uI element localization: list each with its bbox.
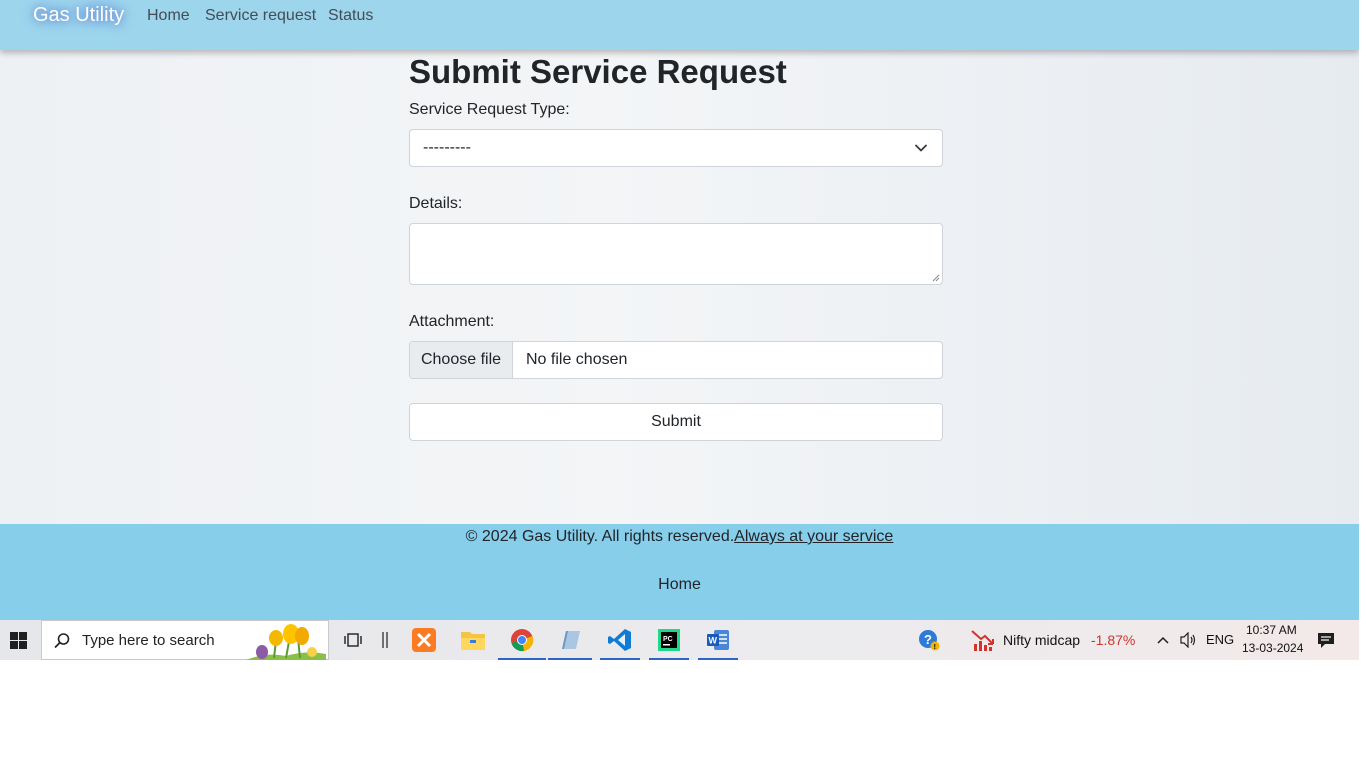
choose-file-button[interactable]: Choose file: [410, 342, 513, 378]
svg-text:PC: PC: [663, 636, 673, 643]
windows-start-icon[interactable]: [0, 620, 36, 660]
xampp-icon[interactable]: [401, 620, 447, 660]
vscode-icon[interactable]: [600, 620, 640, 660]
navbar: Gas Utility Home Service request Status: [0, 0, 1359, 50]
news-change: -1.87%: [1091, 632, 1136, 648]
attachment-label: Attachment:: [409, 313, 495, 330]
svg-text:W: W: [709, 636, 718, 646]
main-content: Submit Service Request Service Request T…: [0, 50, 1359, 524]
word-active-indicator: [698, 658, 738, 660]
language-indicator[interactable]: ENG: [1206, 632, 1234, 647]
news-label[interactable]: Nifty midcap: [1003, 632, 1080, 648]
pycharm-active-indicator: [649, 658, 689, 660]
footer: © 2024 Gas Utility. All rights reserved.…: [0, 524, 1359, 620]
brand-logo[interactable]: Gas Utility: [33, 4, 124, 27]
nav-service-request-link[interactable]: Service request: [205, 7, 316, 25]
volume-icon[interactable]: [1177, 620, 1199, 660]
always-at-your-service-link[interactable]: Always at your service: [734, 528, 893, 545]
chrome-active-indicator: [498, 658, 546, 660]
attachment-file-input[interactable]: Choose file No file chosen: [409, 341, 943, 379]
details-label: Details:: [409, 195, 463, 212]
screen: Gas Utility Home Service request Status …: [0, 0, 1359, 660]
word-icon[interactable]: W: [698, 620, 738, 660]
chevron-up-icon[interactable]: [1153, 620, 1173, 660]
page-title: Submit Service Request: [409, 53, 787, 90]
notifications-icon[interactable]: [1313, 620, 1339, 660]
svg-text:!: !: [934, 644, 936, 651]
notepad-icon[interactable]: [548, 620, 592, 660]
task-view-icon[interactable]: [338, 620, 368, 660]
search-placeholder: Type here to search: [82, 632, 215, 649]
service-type-value: ---------: [423, 139, 471, 156]
footer-copyright-line: © 2024 Gas Utility. All rights reserved.…: [0, 528, 1359, 546]
details-textarea[interactable]: [409, 223, 943, 285]
search-icon: [54, 633, 70, 649]
tulip-flowers-icon: [246, 624, 326, 660]
vscode-active-indicator: [600, 658, 640, 660]
help-icon[interactable]: ? !: [912, 620, 946, 660]
nav-status-link[interactable]: Status: [328, 7, 373, 25]
copyright-text: © 2024 Gas Utility. All rights reserved.: [465, 528, 735, 545]
file-explorer-icon[interactable]: [450, 620, 496, 660]
windows-taskbar: Type here to search PC W ? ! Nifty midca…: [0, 620, 1359, 660]
file-status-text: No file chosen: [526, 351, 628, 368]
clock-date[interactable]: 13-03-2024: [1242, 641, 1303, 655]
chevron-down-icon: [915, 144, 927, 152]
submit-button[interactable]: Submit: [409, 403, 943, 441]
service-type-select[interactable]: ---------: [409, 129, 943, 167]
footer-home-link[interactable]: Home: [0, 576, 1359, 594]
resize-grip-icon[interactable]: [932, 274, 940, 282]
taskbar-search-box[interactable]: Type here to search: [41, 620, 329, 660]
nav-home-link[interactable]: Home: [147, 7, 190, 25]
divider-icon: [372, 620, 398, 660]
notepad-active-indicator: [548, 658, 592, 660]
clock-time[interactable]: 10:37 AM: [1246, 623, 1297, 637]
service-type-label: Service Request Type:: [409, 101, 570, 118]
stock-down-icon[interactable]: [966, 620, 1000, 660]
pycharm-icon[interactable]: PC: [649, 620, 689, 660]
chrome-icon[interactable]: [498, 620, 546, 660]
